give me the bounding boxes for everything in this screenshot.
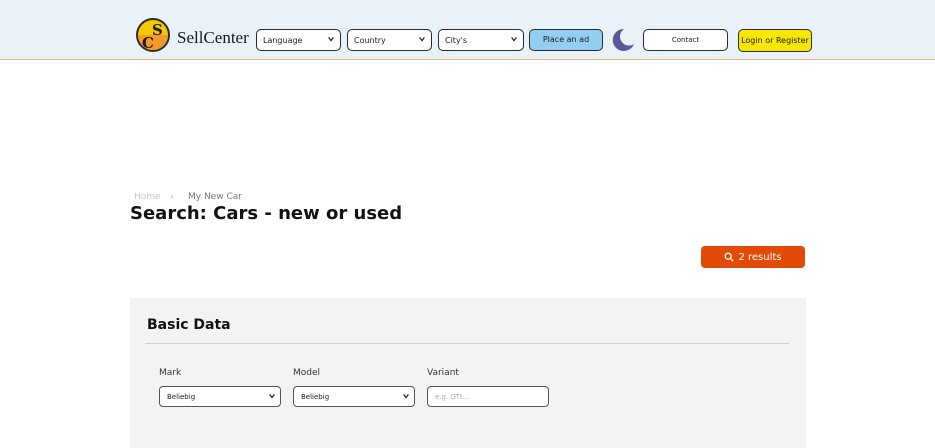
logo-letter-c: C xyxy=(142,34,154,52)
language-select[interactable]: Language xyxy=(256,29,341,51)
breadcrumb-home-link[interactable]: Home xyxy=(134,192,161,202)
place-ad-button[interactable]: Place an ad xyxy=(529,29,603,51)
login-register-button[interactable]: Login or Register xyxy=(738,29,812,52)
country-select[interactable]: Country xyxy=(347,29,432,51)
chevron-down-icon xyxy=(403,394,409,399)
chevron-down-icon xyxy=(419,37,425,42)
model-select-value: Beliebig xyxy=(301,393,330,401)
moon-icon[interactable] xyxy=(609,28,635,52)
variant-input[interactable]: e.g. GTI... xyxy=(427,386,549,407)
panel-title: Basic Data xyxy=(147,317,231,333)
contact-button[interactable]: Contact xyxy=(643,29,728,51)
divider xyxy=(145,343,789,344)
brand-name[interactable]: SellCenter xyxy=(177,28,249,48)
results-button[interactable]: 2 results xyxy=(701,246,805,268)
chevron-down-icon xyxy=(328,37,334,42)
variant-label: Variant xyxy=(427,368,459,378)
mark-select-value: Beliebig xyxy=(167,393,196,401)
breadcrumb: Home › My New Car xyxy=(134,192,242,202)
search-icon xyxy=(725,252,735,262)
language-select-label: Language xyxy=(263,36,303,45)
sellcenter-logo[interactable]: S C xyxy=(136,18,170,52)
chevron-right-icon: › xyxy=(170,192,174,202)
variant-placeholder: e.g. GTI... xyxy=(435,393,469,401)
page-title: Search: Cars - new or used xyxy=(130,203,403,224)
top-header: S C SellCenter Language Country City's P… xyxy=(0,0,935,60)
mark-label: Mark xyxy=(159,368,182,378)
chevron-down-icon xyxy=(269,394,275,399)
model-select[interactable]: Beliebig xyxy=(293,386,415,407)
country-select-label: Country xyxy=(354,36,386,45)
results-label: 2 results xyxy=(738,251,782,263)
mark-select[interactable]: Beliebig xyxy=(159,386,281,407)
breadcrumb-current: My New Car xyxy=(188,192,242,202)
city-select-label: City's xyxy=(445,36,468,45)
chevron-down-icon xyxy=(511,37,517,42)
model-label: Model xyxy=(293,368,321,378)
basic-data-panel: Basic Data Mark Beliebig Model Beliebig … xyxy=(130,298,806,448)
city-select[interactable]: City's xyxy=(438,29,524,51)
